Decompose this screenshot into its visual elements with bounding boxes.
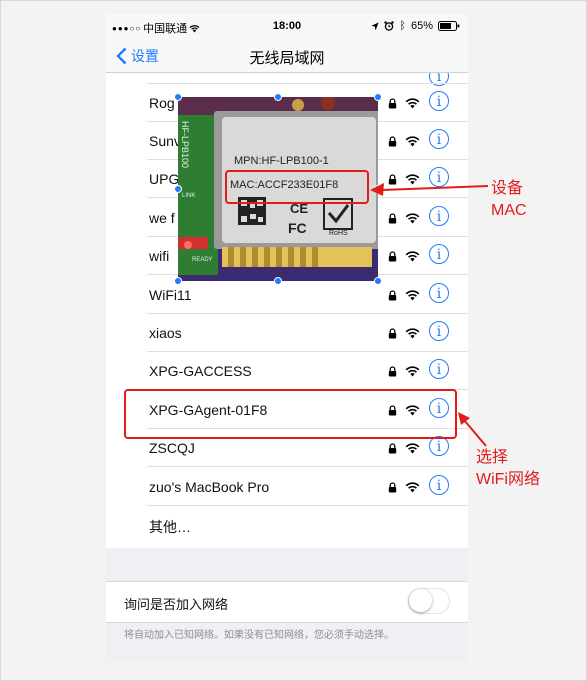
- section-gap: [106, 548, 468, 581]
- info-icon[interactable]: i: [429, 475, 449, 495]
- resize-handle[interactable]: [174, 277, 182, 285]
- module-side-text: HF-LPB100: [180, 121, 190, 169]
- navigation-bar: 设置 无线局域网: [106, 40, 468, 73]
- network-name: Rog: [149, 95, 175, 111]
- module-ready-text: READY: [192, 257, 213, 263]
- network-row[interactable]: WiFi11 i: [106, 276, 468, 314]
- lock-icon: [388, 211, 397, 229]
- other-network-row[interactable]: 其他…: [106, 506, 468, 544]
- select-arrow-icon: [458, 412, 487, 447]
- wifi-signal-icon: [405, 211, 420, 229]
- location-arrow-icon: [371, 22, 379, 30]
- network-name: we f: [149, 210, 175, 226]
- lock-icon: [388, 288, 397, 306]
- resize-handle[interactable]: [374, 93, 382, 101]
- other-network-label: 其他…: [149, 519, 191, 535]
- network-name: WiFi11: [149, 287, 192, 303]
- lock-icon: [388, 134, 397, 152]
- ask-to-join-row: 询问是否加入网络: [106, 581, 468, 623]
- footnote-text: 将自动加入已知网络。如果没有已知网络，您必须手动选择。: [124, 630, 394, 641]
- info-icon[interactable]: i: [429, 283, 449, 303]
- network-row[interactable]: XPG-GACCESS i: [106, 352, 468, 390]
- module-link-text: LINK: [182, 193, 196, 199]
- wifi-signal-icon: [405, 249, 420, 267]
- network-highlight-box: [124, 389, 457, 439]
- page-title: 无线局域网: [249, 50, 325, 67]
- network-row[interactable]: zuo's MacBook Pro i: [106, 468, 468, 506]
- lock-icon: [388, 249, 397, 267]
- wifi-signal-icon: [405, 480, 420, 498]
- wifi-signal-icon: [405, 364, 420, 382]
- bluetooth-icon: ᛒ: [399, 20, 406, 32]
- module-rohs-mark: RoHS: [329, 230, 348, 237]
- info-icon[interactable]: i: [429, 436, 449, 456]
- network-name: UPG: [149, 171, 180, 187]
- status-right: ᛒ 65%: [371, 20, 460, 32]
- network-name: ZSCQJ: [149, 440, 195, 456]
- lock-icon: [388, 364, 397, 382]
- resize-handle[interactable]: [274, 277, 282, 285]
- network-name: Sunv: [149, 133, 181, 149]
- info-icon[interactable]: i: [429, 244, 449, 264]
- lock-icon: [388, 326, 397, 344]
- mac-highlight-box: [225, 170, 369, 204]
- lock-icon: [388, 96, 397, 114]
- lock-icon: [388, 441, 397, 459]
- resize-handle[interactable]: [174, 93, 182, 101]
- wifi-signal-icon: [405, 441, 420, 459]
- network-name: xiaos: [149, 325, 182, 341]
- mac-arrow-icon: [370, 183, 489, 196]
- network-name: XPG-GACCESS: [149, 363, 252, 379]
- wifi-signal-icon: [405, 134, 420, 152]
- ask-to-join-label: 询问是否加入网络: [124, 597, 229, 612]
- resize-handle[interactable]: [374, 277, 382, 285]
- mac-callout-label: 设备 MAC: [491, 180, 527, 219]
- network-row[interactable]: xiaos i: [106, 314, 468, 352]
- battery-icon: [438, 21, 460, 31]
- toggle-knob: [409, 589, 432, 612]
- network-row-partial[interactable]: i: [106, 73, 468, 86]
- wifi-signal-icon: [405, 326, 420, 344]
- info-icon[interactable]: i: [429, 206, 449, 226]
- resize-handle[interactable]: [174, 185, 182, 193]
- battery-percent: 65%: [410, 20, 433, 32]
- info-icon[interactable]: i: [429, 91, 449, 111]
- resize-handle[interactable]: [274, 93, 282, 101]
- ask-to-join-toggle[interactable]: [408, 588, 450, 614]
- info-icon[interactable]: i: [429, 359, 449, 379]
- select-callout-label: 选择 WiFi网络: [476, 449, 540, 488]
- info-icon[interactable]: i: [429, 321, 449, 341]
- lock-icon: [388, 480, 397, 498]
- module-mpn-text: MPN:HF-LPB100-1: [234, 155, 329, 167]
- network-name: wifi: [149, 248, 170, 264]
- alarm-icon: [384, 21, 395, 31]
- wifi-signal-icon: [405, 96, 420, 114]
- info-icon[interactable]: i: [429, 129, 449, 149]
- module-fc-mark: FC: [288, 220, 307, 236]
- network-name: zuo's MacBook Pro: [149, 479, 270, 495]
- wifi-signal-icon: [405, 288, 420, 306]
- status-bar: ●●●○○ 中国联通 18:00 ᛒ 65%: [106, 14, 468, 40]
- row-separator: [147, 466, 468, 467]
